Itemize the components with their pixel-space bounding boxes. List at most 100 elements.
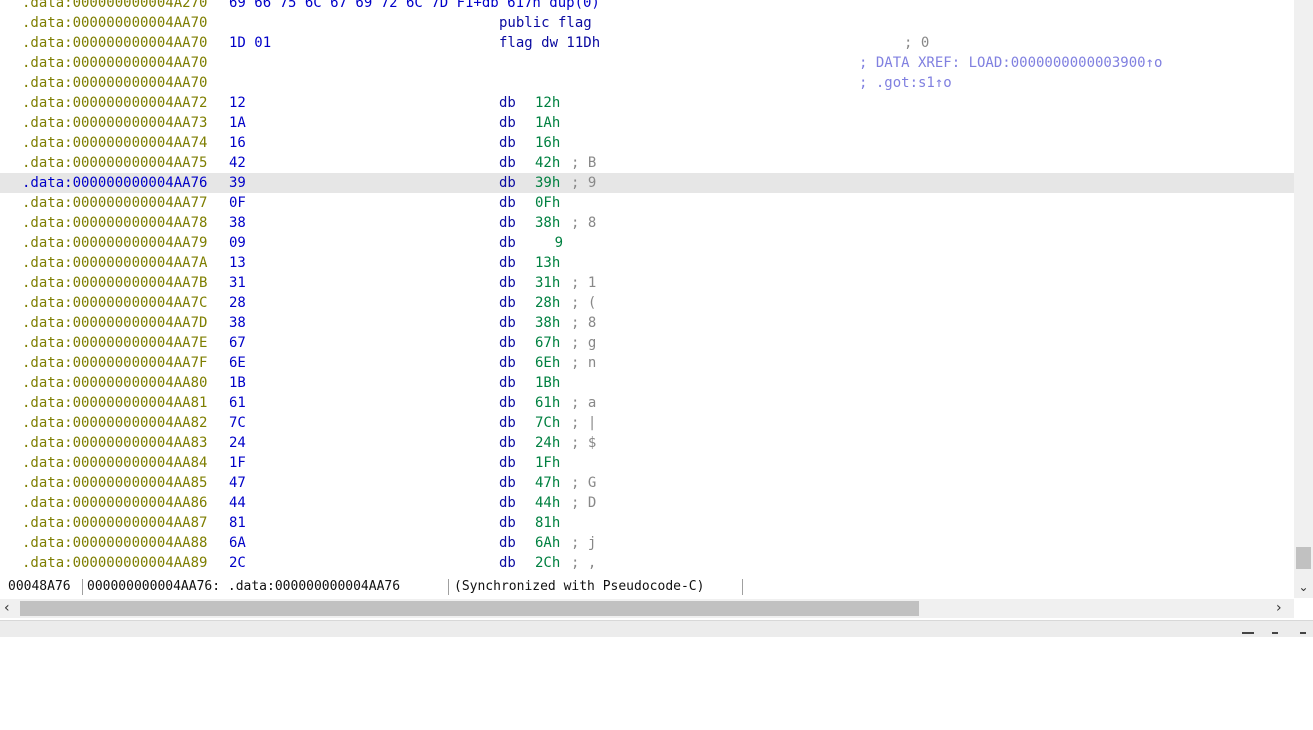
public-flag-directive[interactable]: public flag <box>499 13 592 33</box>
line-address[interactable]: .data:000000000004AA77 <box>22 193 207 213</box>
line-mnemonic[interactable]: db <box>499 393 516 413</box>
line-address[interactable]: .data:000000000004AA7B <box>22 273 207 293</box>
line-operand[interactable]: 2Ch <box>535 553 560 573</box>
line-address[interactable]: .data:000000000004AA80 <box>22 373 207 393</box>
listing-row[interactable]: .data:000000000004AA85 47 db 47h ; G <box>0 473 1294 493</box>
line-address[interactable]: .data:000000000004AA78 <box>22 213 207 233</box>
line-operand[interactable]: 61h <box>535 393 560 413</box>
listing-row[interactable]: .data:000000000004AA7F 6E db 6Eh ; n <box>0 353 1294 373</box>
line-operand[interactable]: 16h <box>535 133 560 153</box>
line-operand[interactable]: 28h <box>535 293 560 313</box>
line-address[interactable]: .data:000000000004AA83 <box>22 433 207 453</box>
chevron-down-icon[interactable]: ⌄ <box>1294 578 1313 596</box>
line-operand[interactable]: 13h <box>535 253 560 273</box>
line-address[interactable]: .data:000000000004AA76 <box>22 173 207 193</box>
line-mnemonic[interactable]: db <box>499 173 516 193</box>
line-address[interactable]: .data:000000000004AA7A <box>22 253 207 273</box>
line-operand[interactable]: 1Fh <box>535 453 560 473</box>
line-operand[interactable]: 39h <box>535 173 560 193</box>
line-mnemonic[interactable]: db <box>499 453 516 473</box>
line-mnemonic[interactable]: db <box>499 333 516 353</box>
line-mnemonic[interactable]: db <box>499 353 516 373</box>
line-address[interactable]: .data:000000000004AA85 <box>22 473 207 493</box>
listing-row[interactable]: .data:000000000004AA7D 38 db 38h ; 8 <box>0 313 1294 333</box>
flag-definition[interactable]: flag dw 11Dh <box>499 33 600 53</box>
listing-line-public-flag[interactable]: .data:000000000004AA70 public flag <box>0 13 1294 33</box>
line-operand[interactable]: 6Eh <box>535 353 560 373</box>
listing-row[interactable]: .data:000000000004AA7E 67 db 67h ; g <box>0 333 1294 353</box>
listing-line-flag-def[interactable]: .data:000000000004AA70 1D 01 flag dw 11D… <box>0 33 1294 53</box>
listing-row[interactable]: .data:000000000004AA88 6A db 6Ah ; j <box>0 533 1294 553</box>
listing-row[interactable]: .data:000000000004AA72 12 db 12h <box>0 93 1294 113</box>
listing-row[interactable]: .data:000000000004AA79 09 db 9 <box>0 233 1294 253</box>
line-operand[interactable]: 9 <box>535 233 563 253</box>
xref-comment[interactable]: ; DATA XREF: LOAD:0000000000003900↑o <box>859 53 1162 73</box>
listing-row[interactable]: .data:000000000004AA89 2C db 2Ch ; , <box>0 553 1294 573</box>
line-address[interactable]: .data:000000000004AA79 <box>22 233 207 253</box>
line-operand[interactable]: 1Bh <box>535 373 560 393</box>
line-operand[interactable]: 31h <box>535 273 560 293</box>
listing-row[interactable]: .data:000000000004AA7A 13 db 13h <box>0 253 1294 273</box>
xref-comment[interactable]: ; .got:s1↑o <box>859 73 952 93</box>
line-mnemonic[interactable]: db <box>499 133 516 153</box>
line-operand[interactable]: 38h <box>535 213 560 233</box>
listing-row[interactable]: .data:000000000004AA78 38 db 38h ; 8 <box>0 213 1294 233</box>
chevron-right-icon[interactable]: › <box>1276 599 1290 618</box>
line-mnemonic[interactable]: db <box>499 153 516 173</box>
listing-row[interactable]: .data:000000000004AA74 16 db 16h <box>0 133 1294 153</box>
listing-row[interactable]: .data:000000000004AA86 44 db 44h ; D <box>0 493 1294 513</box>
line-address[interactable]: .data:000000000004AA7D <box>22 313 207 333</box>
line-address[interactable]: .data:000000000004AA73 <box>22 113 207 133</box>
line-operand[interactable]: 6Ah <box>535 533 560 553</box>
line-mnemonic[interactable]: db <box>499 493 516 513</box>
listing-row[interactable]: .data:000000000004AA7C 28 db 28h ; ( <box>0 293 1294 313</box>
listing-row[interactable]: .data:000000000004AA82 7C db 7Ch ; | <box>0 413 1294 433</box>
line-address[interactable]: .data:000000000004AA72 <box>22 93 207 113</box>
line-address[interactable]: .data:000000000004AA87 <box>22 513 207 533</box>
line-mnemonic[interactable]: db <box>499 373 516 393</box>
line-address[interactable]: .data:000000000004AA74 <box>22 133 207 153</box>
line-operand[interactable]: 42h <box>535 153 560 173</box>
listing-row[interactable]: .data:000000000004AA7B 31 db 31h ; 1 <box>0 273 1294 293</box>
listing-row[interactable]: .data:000000000004AA77 0F db 0Fh <box>0 193 1294 213</box>
listing-row[interactable]: .data:000000000004AA84 1F db 1Fh <box>0 453 1294 473</box>
line-address[interactable]: .data:000000000004AA81 <box>22 393 207 413</box>
line-mnemonic[interactable]: db <box>499 193 516 213</box>
line-operand[interactable]: 81h <box>535 513 560 533</box>
line-address[interactable]: .data:000000000004AA7C <box>22 293 207 313</box>
line-address[interactable]: .data:000000000004AA89 <box>22 553 207 573</box>
line-address[interactable]: .data:000000000004AA7E <box>22 333 207 353</box>
line-address[interactable]: .data:000000000004AA88 <box>22 533 207 553</box>
listing-row[interactable]: .data:000000000004AA80 1B db 1Bh <box>0 373 1294 393</box>
listing-line-top[interactable]: .data:000000000004A270 69 66 75 6C 67 69… <box>0 0 1294 13</box>
line-address[interactable]: .data:000000000004AA7F <box>22 353 207 373</box>
line-mnemonic[interactable]: db <box>499 293 516 313</box>
line-operand[interactable]: 67h <box>535 333 560 353</box>
line-mnemonic[interactable]: db <box>499 233 516 253</box>
line-mnemonic[interactable]: db <box>499 313 516 333</box>
line-operand[interactable]: 12h <box>535 93 560 113</box>
line-mnemonic[interactable]: db <box>499 93 516 113</box>
chevron-left-icon[interactable]: ‹ <box>4 599 18 618</box>
line-mnemonic[interactable]: db <box>499 273 516 293</box>
listing-row[interactable]: .data:000000000004AA73 1A db 1Ah <box>0 113 1294 133</box>
line-address[interactable]: .data:000000000004AA86 <box>22 493 207 513</box>
line-mnemonic[interactable]: db <box>499 213 516 233</box>
line-operand[interactable]: 38h <box>535 313 560 333</box>
line-mnemonic[interactable]: db <box>499 513 516 533</box>
line-operand[interactable]: 7Ch <box>535 413 560 433</box>
line-operand[interactable]: 0Fh <box>535 193 560 213</box>
line-mnemonic[interactable]: db <box>499 413 516 433</box>
line-mnemonic[interactable]: db <box>499 553 516 573</box>
listing-line-xref-1[interactable]: .data:000000000004AA70 ; DATA XREF: LOAD… <box>0 53 1294 73</box>
line-operand[interactable]: 44h <box>535 493 560 513</box>
line-operand[interactable]: 24h <box>535 433 560 453</box>
line-address[interactable]: .data:000000000004AA75 <box>22 153 207 173</box>
disassembly-listing[interactable]: .data:000000000004A270 69 66 75 6C 67 69… <box>0 0 1294 574</box>
line-address[interactable]: .data:000000000004AA82 <box>22 413 207 433</box>
listing-row-selected[interactable]: .data:000000000004AA76 39 db 39h ; 9 <box>0 173 1294 193</box>
horizontal-scroll-thumb[interactable] <box>20 601 919 616</box>
listing-row[interactable]: .data:000000000004AA87 81 db 81h <box>0 513 1294 533</box>
listing-row[interactable]: .data:000000000004AA83 24 db 24h ; $ <box>0 433 1294 453</box>
vertical-scroll-thumb[interactable] <box>1296 547 1311 569</box>
